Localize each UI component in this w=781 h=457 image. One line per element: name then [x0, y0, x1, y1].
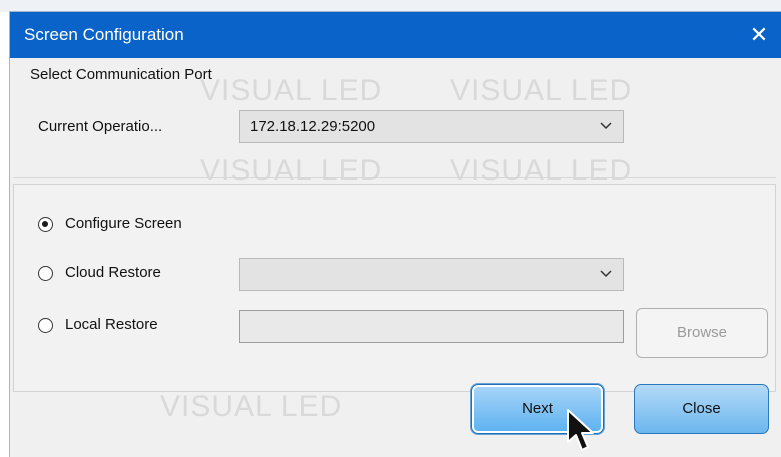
cloud-restore-label[interactable]: Cloud Restore — [65, 264, 161, 281]
watermark-2: VISUAL LED — [450, 74, 633, 107]
watermark-9: VISUAL LED — [160, 390, 343, 423]
current-operation-label: Current Operatio... — [38, 118, 163, 135]
port-select[interactable]: 172.18.12.29:5200 — [239, 110, 624, 143]
chevron-down-icon — [600, 122, 612, 130]
title-bar[interactable]: Screen Configuration ✕ — [10, 12, 781, 58]
cloud-restore-select[interactable] — [239, 258, 624, 291]
screen-top-strip — [0, 0, 781, 12]
close-button[interactable]: Close — [634, 384, 769, 434]
section-divider — [13, 177, 776, 178]
radio-selected-dot — [42, 221, 48, 227]
port-select-value: 172.18.12.29:5200 — [250, 118, 376, 135]
window-title: Screen Configuration — [24, 25, 184, 44]
chevron-down-icon — [600, 270, 612, 278]
watermark-1: VISUAL LED — [200, 74, 383, 107]
local-restore-label[interactable]: Local Restore — [65, 316, 158, 333]
watermark-4: VISUAL LED — [450, 154, 633, 187]
local-restore-path-input[interactable] — [239, 310, 624, 343]
screen-configuration-dialog: Screen Configuration ✕ VISUAL LED VISUAL… — [10, 12, 781, 457]
browse-button[interactable]: Browse — [636, 308, 768, 358]
close-icon[interactable]: ✕ — [743, 20, 775, 50]
configure-screen-label[interactable]: Configure Screen — [65, 215, 182, 232]
cloud-restore-radio[interactable] — [38, 266, 53, 281]
mouse-pointer-icon — [567, 409, 594, 451]
watermark-3: VISUAL LED — [200, 154, 383, 187]
select-port-label: Select Communication Port — [30, 66, 212, 83]
configure-screen-radio[interactable] — [38, 217, 53, 232]
local-restore-radio[interactable] — [38, 318, 53, 333]
